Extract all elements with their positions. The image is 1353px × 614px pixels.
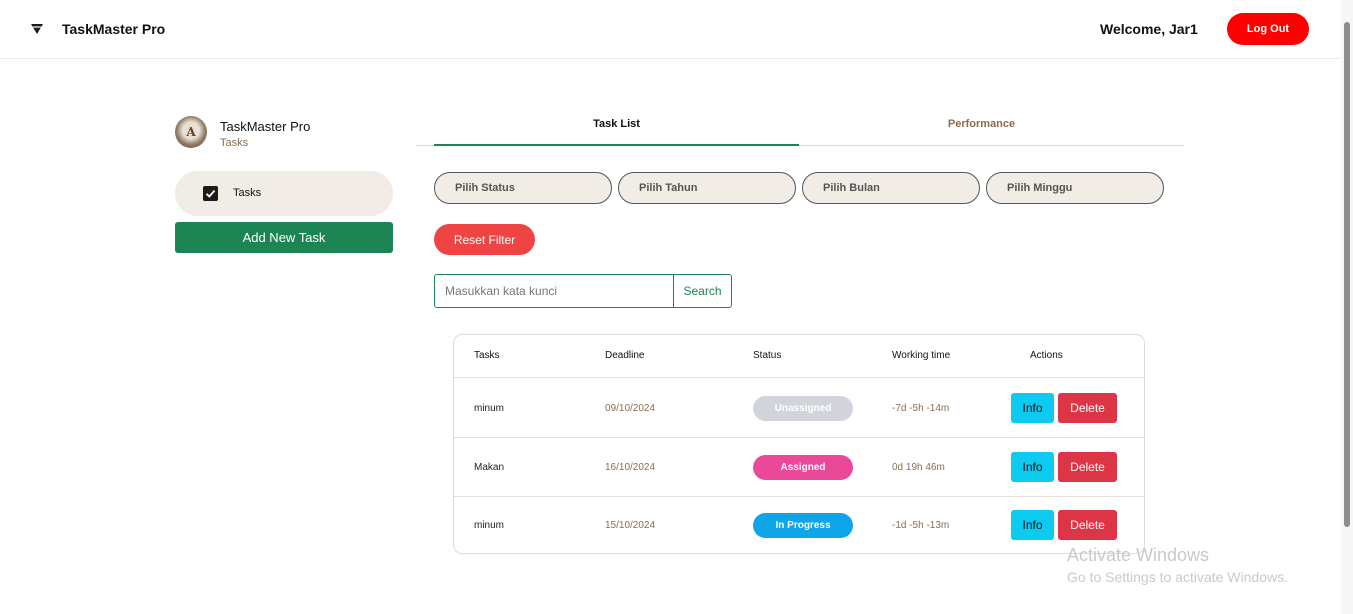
delete-button[interactable]: Delete [1058,510,1117,540]
brand-title: TaskMaster Pro [62,21,166,37]
column-header-working-time: Working time [892,350,951,361]
task-deadline: 09/10/2024 [605,403,656,414]
delete-button[interactable]: Delete [1058,393,1117,423]
avatar: A [175,116,207,148]
task-name: minum [474,403,505,414]
info-button[interactable]: Info [1011,452,1054,482]
logout-button[interactable]: Log Out [1227,13,1309,45]
task-name: minum [474,520,505,531]
filter-status-select[interactable]: Pilih Status [434,172,612,204]
sidebar-item-tasks[interactable]: Tasks [175,171,393,216]
task-name: Makan [474,462,505,473]
filter-week-select[interactable]: Pilih Minggu [986,172,1164,204]
welcome-text: Welcome, Jar1 [1100,21,1198,37]
table-row: Makan 16/10/2024 Assigned 0d 19h 46m Inf… [454,438,1144,497]
task-deadline: 15/10/2024 [605,520,656,531]
status-badge: Assigned [753,455,853,480]
profile-subtitle: Tasks [220,137,249,149]
column-header-actions: Actions [1030,350,1063,361]
top-header: TaskMaster Pro Welcome, Jar1 Log Out [0,0,1341,59]
checkbox-checked-icon [203,186,218,201]
table-row: minum 15/10/2024 In Progress -1d -5h -13… [454,496,1144,555]
task-deadline: 16/10/2024 [605,462,656,473]
status-badge: Unassigned [753,396,853,421]
activate-windows-subtitle: Go to Settings to activate Windows. [1067,569,1288,585]
add-new-task-button[interactable]: Add New Task [175,222,393,253]
delete-button[interactable]: Delete [1058,452,1117,482]
table-header: Tasks Deadline Status Working time Actio… [454,335,1144,378]
task-table: Tasks Deadline Status Working time Actio… [453,334,1145,554]
avatar-letter: A [186,125,196,139]
profile-name: TaskMaster Pro [220,119,311,134]
tab-task-list[interactable]: Task List [434,110,799,146]
page-scrollbar[interactable] [1341,0,1353,614]
sidebar-item-label: Tasks [233,187,262,199]
info-button[interactable]: Info [1011,393,1054,423]
tab-bar: Task List Performance [416,110,1184,146]
info-button[interactable]: Info [1011,510,1054,540]
table-row: minum 09/10/2024 Unassigned -7d -5h -14m… [454,379,1144,438]
column-header-deadline: Deadline [605,350,645,361]
app-window: TaskMaster Pro Welcome, Jar1 Log Out A T… [0,0,1353,614]
column-header-tasks: Tasks [474,350,500,361]
tab-performance[interactable]: Performance [799,110,1164,146]
brand-logo-icon [31,24,43,34]
working-time: 0d 19h 46m [892,462,945,473]
status-badge: In Progress [753,513,853,538]
column-header-status: Status [753,350,782,361]
working-time: -7d -5h -14m [892,403,950,414]
filter-year-select[interactable]: Pilih Tahun [618,172,796,204]
reset-filter-button[interactable]: Reset Filter [434,224,535,255]
filter-month-select[interactable]: Pilih Bulan [802,172,980,204]
activate-windows-title: Activate Windows [1067,545,1210,565]
search-button[interactable]: Search [673,274,732,308]
working-time: -1d -5h -13m [892,520,950,531]
scrollbar-thumb[interactable] [1344,22,1350,527]
search-input[interactable] [434,274,674,308]
